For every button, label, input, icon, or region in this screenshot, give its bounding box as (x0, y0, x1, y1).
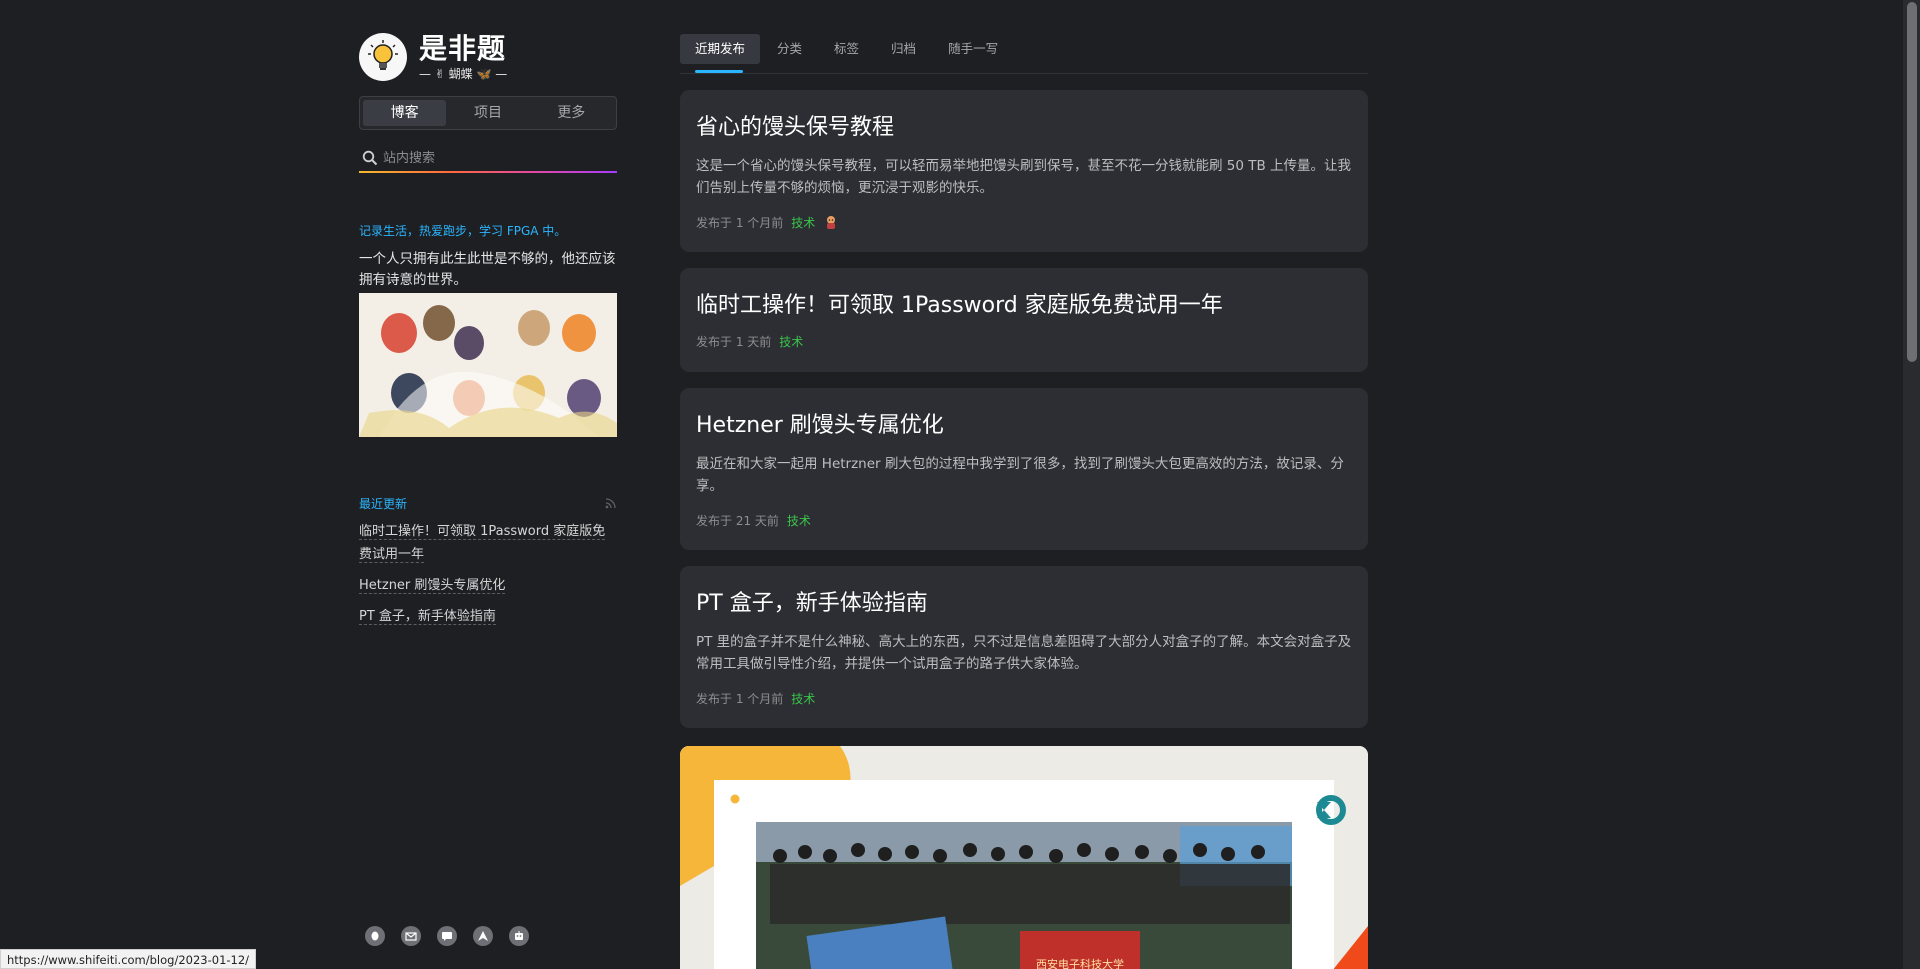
post-card[interactable]: 省心的馒头保号教程 这是一个省心的馒头保号教程，可以轻而易举地把馒头刷到保号，甚… (680, 90, 1368, 252)
tab-recent-posts[interactable]: 近期发布 (680, 34, 761, 64)
post-date: 发布于 1 天前 (696, 334, 772, 349)
post-card[interactable]: 临时工操作！可领取 1Password 家庭版免费试用一年 发布于 1 天前 技… (680, 268, 1368, 372)
recent-update-link[interactable]: Hetzner 刷馒头专属优化 (359, 578, 506, 594)
post-title[interactable]: PT 盒子，新手体验指南 (696, 590, 1352, 618)
list-item: Hetzner 刷馒头专属优化 (359, 573, 617, 596)
section-tabs: 博客 项目 更多 (359, 96, 617, 130)
tagline: 记录生活，热爱跑步，学习 FPGA 中。 (359, 224, 567, 238)
list-item: 临时工操作！可领取 1Password 家庭版免费试用一年 (359, 519, 617, 565)
post-date: 发布于 1 个月前 (696, 215, 784, 230)
site-title[interactable]: 是非题 (419, 33, 507, 65)
page: 是非题 — ✌ 蝴蝶 🦋 — 博客 项目 更多 记录生活，热爱跑步，学习 FPG… (0, 0, 1920, 969)
tab-categories[interactable]: 分类 (762, 34, 817, 64)
post-list: 省心的馒头保号教程 这是一个省心的馒头保号教程，可以轻而易举地把馒头刷到保号，甚… (680, 90, 1368, 744)
featured-banner[interactable]: 西安电子科技大学 (680, 746, 1368, 969)
post-summary: PT 里的盒子并不是什么神秘、高大上的东西，只不过是信息差阻碍了大部分人对盒子的… (696, 634, 1352, 672)
arch-icon[interactable] (473, 926, 493, 946)
robot-icon[interactable] (509, 926, 529, 946)
search-box (359, 143, 617, 173)
author-avatar-icon (827, 216, 836, 229)
sidebar: 是非题 — ✌ 蝴蝶 🦋 — 博客 项目 更多 记录生活，热爱跑步，学习 FPG… (359, 32, 617, 635)
post-meta: 发布于 1 个月前 技术 (696, 689, 1352, 707)
recent-update-link[interactable]: PT 盒子，新手体验指南 (359, 609, 496, 625)
post-summary: 最近在和大家一起用 Hetrzner 刷大包的过程中我学到了很多，找到了刷馒头大… (696, 456, 1344, 494)
main-nav: 近期发布 分类 标签 归档 随手一写 (680, 34, 1368, 74)
tab-tags[interactable]: 标签 (819, 34, 874, 64)
sidebar-illustration (359, 293, 617, 437)
active-tab-indicator (695, 70, 743, 73)
post-summary: 这是一个省心的馒头保号教程，可以轻而易举地把馒头刷到保号，甚至不花一分钱就能刷 … (696, 158, 1352, 196)
status-bar-url: https://www.shifeiti.com/blog/2023-01-12… (0, 949, 257, 969)
post-title[interactable]: Hetzner 刷馒头专属优化 (696, 412, 1352, 440)
post-date: 发布于 1 个月前 (696, 691, 784, 706)
search-icon (362, 150, 378, 166)
post-meta: 发布于 1 天前 技术 (696, 332, 1352, 350)
tab-projects[interactable]: 项目 (446, 100, 529, 126)
search-input[interactable] (359, 143, 617, 173)
lightbulb-logo-icon[interactable] (359, 33, 407, 81)
post-meta: 发布于 21 天前 技术 (696, 511, 1352, 529)
scrollbar[interactable] (1903, 0, 1920, 969)
recent-update-link[interactable]: 临时工操作！可领取 1Password 家庭版免费试用一年 (359, 524, 606, 563)
post-title[interactable]: 临时工操作！可领取 1Password 家庭版免费试用一年 (696, 292, 1352, 320)
recent-updates-header: 最近更新 (359, 495, 617, 511)
recent-updates-list: 临时工操作！可领取 1Password 家庭版免费试用一年 Hetzner 刷馒… (359, 519, 617, 627)
rss-icon[interactable] (605, 497, 617, 509)
post-meta: 发布于 1 个月前 技术 (696, 213, 1352, 231)
post-tag[interactable]: 技术 (791, 214, 815, 231)
post-title[interactable]: 省心的馒头保号教程 (696, 114, 1352, 142)
post-tag[interactable]: 技术 (787, 512, 811, 529)
tab-notes[interactable]: 随手一写 (933, 34, 1013, 64)
site-subtitle: — ✌ 蝴蝶 🦋 — (419, 67, 508, 81)
social-links (365, 926, 529, 946)
tab-more[interactable]: 更多 (530, 100, 613, 126)
post-card[interactable]: Hetzner 刷馒头专属优化 最近在和大家一起用 Hetrzner 刷大包的过… (680, 388, 1368, 550)
post-card[interactable]: PT 盒子，新手体验指南 PT 里的盒子并不是什么神秘、高大上的东西，只不过是信… (680, 566, 1368, 728)
post-tag[interactable]: 技术 (791, 690, 815, 707)
tab-blog[interactable]: 博客 (363, 100, 447, 126)
recent-updates-title: 最近更新 (359, 496, 408, 511)
brand[interactable]: 是非题 — ✌ 蝴蝶 🦋 — (359, 32, 617, 82)
banner-text: 西安电子科技大学 (1036, 957, 1124, 969)
scrollbar-thumb[interactable] (1907, 2, 1917, 362)
post-tag[interactable]: 技术 (779, 333, 803, 350)
list-item: PT 盒子，新手体验指南 (359, 604, 617, 627)
quote: 一个人只拥有此生此世是不够的，他还应该拥有诗意的世界。 (359, 251, 616, 288)
mail-icon[interactable] (401, 926, 421, 946)
search-underline (359, 171, 617, 173)
chat-icon[interactable] (437, 926, 457, 946)
post-date: 发布于 21 天前 (696, 513, 779, 528)
tab-archives[interactable]: 归档 (876, 34, 931, 64)
qq-icon[interactable] (365, 926, 385, 946)
